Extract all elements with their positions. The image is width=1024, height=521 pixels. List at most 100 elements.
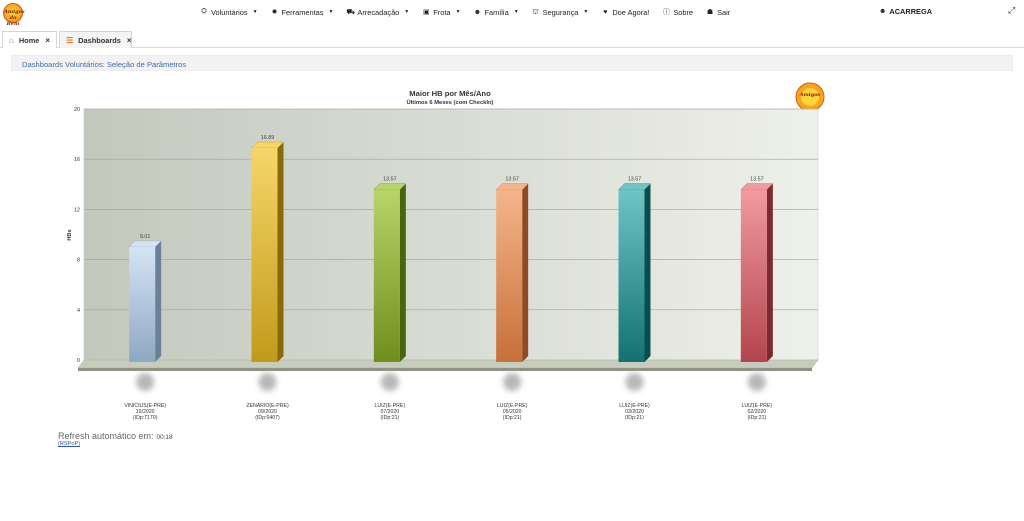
lock-icon: ⛫ bbox=[532, 8, 539, 16]
breadcrumb[interactable]: Dashboards Voluntários: Seleção de Parâm… bbox=[11, 55, 1013, 71]
bar-side bbox=[644, 183, 651, 362]
gear-icon: ✹ bbox=[271, 9, 278, 16]
caret-down-icon: ▼ bbox=[252, 9, 258, 15]
caret-down-icon: ▼ bbox=[404, 9, 410, 15]
bar bbox=[129, 246, 156, 362]
brand-logo[interactable]: Amigos do Bem bbox=[3, 3, 25, 27]
bar bbox=[618, 189, 645, 362]
bar bbox=[251, 148, 278, 362]
user-menu[interactable]: ☻ ACARREGA bbox=[879, 7, 932, 16]
x-tick-label: (IDp:21) bbox=[503, 415, 522, 421]
x-tick-label: (IDp:6407) bbox=[255, 415, 280, 421]
menu-item-3[interactable]: ▣ Frota ▼ bbox=[422, 7, 461, 17]
y-tick-label: 0 bbox=[77, 358, 80, 364]
tab-bar: ⌂ Home × ☰ Dashboards × bbox=[0, 31, 1024, 48]
exit-icon: ☗ bbox=[706, 9, 714, 16]
bar bbox=[740, 189, 767, 362]
info-icon: ⓘ bbox=[662, 9, 670, 16]
bar-side bbox=[766, 183, 773, 362]
avatar-blurred bbox=[625, 373, 644, 391]
main-menu: ⛭ Voluntários ▼ ✹ Ferramentas ▼ ⛟ Arrecadação ▼ ▣… bbox=[200, 7, 743, 17]
handshake-icon: ⛭ bbox=[201, 8, 207, 15]
close-icon[interactable]: × bbox=[127, 36, 132, 45]
menu-item-4[interactable]: ☻ Família ▼ bbox=[473, 7, 519, 17]
refresh-label: Refresh automático em: bbox=[58, 431, 154, 441]
chart-subtitle: Últimos 6 Meses (com CheckIn) bbox=[407, 99, 494, 106]
menu-item-label: Doe Agora! bbox=[612, 7, 650, 17]
caret-down-icon: ▼ bbox=[583, 9, 589, 15]
menu-item-label: Arrecadação bbox=[357, 7, 400, 17]
heart-icon: ♥ bbox=[603, 8, 608, 16]
x-tick-label: (IDp:21) bbox=[625, 415, 644, 421]
bus-icon: ▣ bbox=[422, 9, 430, 16]
tab-dashboards-label: Dashboards bbox=[78, 35, 121, 45]
chart-floor bbox=[77, 359, 819, 369]
bar-side bbox=[277, 142, 284, 362]
bar-value-label: 13.57 bbox=[383, 177, 397, 183]
menu-item-0[interactable]: ⛭ Voluntários ▼ bbox=[200, 7, 258, 17]
menu-item-label: Sair bbox=[717, 7, 731, 17]
menu-item-5[interactable]: ⛫ Segurança ▼ bbox=[532, 7, 589, 17]
caret-down-icon: ▼ bbox=[328, 9, 334, 15]
menu-item-8[interactable]: ☗ Sair bbox=[706, 7, 730, 17]
user-icon: ☻ bbox=[879, 8, 887, 15]
bar-value-label: 16.89 bbox=[261, 135, 275, 141]
bar-side bbox=[155, 240, 162, 362]
menu-item-label: Segurança bbox=[542, 7, 579, 17]
bar-chart-svg: Maior HB por Mês/AnoÚltimos 6 Meses (com… bbox=[67, 82, 826, 421]
y-tick-label: 16 bbox=[74, 157, 80, 163]
avatar-blurred bbox=[747, 373, 766, 391]
caret-down-icon: ▼ bbox=[455, 9, 461, 15]
menu-item-label: Família bbox=[484, 7, 509, 17]
avatar-blurred bbox=[136, 373, 155, 391]
brand-logo-text: Amigos do Bem bbox=[4, 9, 25, 27]
bar-side bbox=[399, 183, 406, 362]
menu-item-1[interactable]: ✹ Ferramentas ▼ bbox=[271, 7, 334, 17]
bar bbox=[373, 189, 400, 362]
menu-item-6[interactable]: ♥ Doe Agora! bbox=[601, 7, 649, 17]
users-icon: ☻ bbox=[473, 8, 482, 16]
user-name: ACARREGA bbox=[889, 7, 933, 16]
cart-icon: ⛟ bbox=[346, 8, 356, 16]
y-tick-label: 20 bbox=[74, 107, 80, 113]
y-tick-label: 12 bbox=[74, 207, 80, 213]
tab-home-label: Home bbox=[18, 35, 40, 45]
refresh-timer: 00:18 bbox=[156, 434, 173, 441]
y-axis-label: HBs bbox=[67, 229, 73, 240]
bar-value-label: 13.57 bbox=[505, 177, 519, 183]
brand-badge-text: Amigos bbox=[799, 92, 821, 98]
fullscreen-icon[interactable]: ⤢ bbox=[1008, 5, 1015, 16]
tab-dashboards[interactable]: ☰ Dashboards × bbox=[59, 31, 132, 48]
x-tick-label: (IDp:21) bbox=[747, 415, 766, 421]
refresh-link[interactable]: (RSPoP) bbox=[58, 441, 80, 447]
top-navbar: Amigos do Bem ⛭ Voluntários ▼ ✹ Ferramentas ▼… bbox=[0, 0, 1024, 27]
sliders-icon: ☰ bbox=[66, 35, 74, 45]
caret-down-icon: ▼ bbox=[513, 9, 519, 15]
tab-home[interactable]: ⌂ Home × bbox=[2, 31, 57, 48]
bar-side bbox=[522, 183, 529, 362]
x-tick-label: (IDp:7170) bbox=[133, 415, 158, 421]
avatar-blurred bbox=[380, 373, 399, 391]
bar-chart: Maior HB por Mês/Ano Últimos 6 Meses (com… bbox=[0, 80, 1024, 430]
menu-item-7[interactable]: ⓘ Sobre bbox=[662, 7, 693, 17]
menu-item-label: Ferramentas bbox=[281, 7, 324, 17]
chart-floor-edge bbox=[78, 368, 812, 371]
x-tick-label: (IDp:21) bbox=[380, 415, 399, 421]
avatar-blurred bbox=[503, 373, 522, 391]
menu-item-label: Frota bbox=[433, 7, 451, 17]
y-tick-label: 8 bbox=[77, 258, 80, 264]
breadcrumb-text: Dashboards Voluntários: Seleção de Parâm… bbox=[22, 60, 187, 69]
chart-title: Maior HB por Mês/Ano bbox=[409, 89, 491, 98]
y-tick-label: 4 bbox=[77, 308, 80, 314]
home-icon: ⌂ bbox=[9, 35, 14, 45]
menu-item-label: Voluntários bbox=[211, 7, 248, 17]
menu-item-label: Sobre bbox=[673, 7, 694, 17]
avatar-blurred bbox=[258, 373, 277, 391]
bar bbox=[496, 189, 523, 362]
close-icon[interactable]: × bbox=[45, 36, 50, 45]
refresh-status: Refresh automático em: 00:18 bbox=[58, 431, 173, 441]
bar-value-label: 13.57 bbox=[628, 177, 642, 183]
bar-value-label: 9.01 bbox=[140, 234, 151, 240]
menu-item-2[interactable]: ⛟ Arrecadação ▼ bbox=[346, 7, 409, 17]
bar-value-label: 13.57 bbox=[750, 177, 764, 183]
